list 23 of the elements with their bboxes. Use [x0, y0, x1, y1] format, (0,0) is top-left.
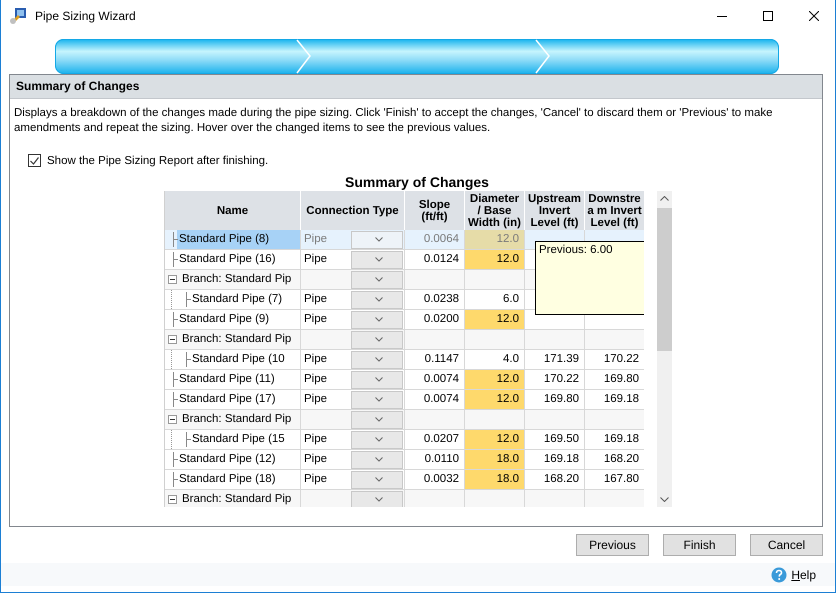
connection-type: Pipe	[303, 472, 328, 487]
connection-type: Pipe	[303, 352, 328, 367]
connection-type: Pipe	[303, 372, 328, 387]
table-cell: 18.0	[465, 450, 525, 470]
table-cell: 12.0	[465, 370, 525, 390]
connection-type: Pipe	[303, 232, 328, 247]
table-cell: 12.0	[465, 430, 525, 450]
connection-type: Pipe	[303, 312, 328, 327]
connection-type: Pipe	[303, 392, 328, 407]
window-title: Pipe Sizing Wizard	[35, 9, 137, 23]
connection-type: Pipe	[303, 432, 328, 447]
tooltip: Previous: 6.00	[535, 241, 644, 315]
description: Displays a breakdown of the changes made during the pipe sizing. Click 'Finish' to accept the changes, 'Cancel' to discard them or 'Previous' to make amendments and repeat the sizing. Hover over the changed items to see the previous values.	[13, 106, 774, 136]
table-cell: 12.0	[465, 310, 525, 330]
connection-type: Pipe	[303, 292, 328, 307]
table-cell: 12.0	[465, 250, 525, 270]
table-title: Summary of Changes	[344, 174, 490, 190]
table-cell: 12.0	[465, 390, 525, 410]
panel-title: Summary of Changes	[10, 75, 822, 99]
connection-type: Pipe	[303, 452, 328, 467]
connection-type: Pipe	[303, 252, 328, 267]
table-cell: 12.0	[465, 230, 525, 250]
table-cell: 18.0	[465, 470, 525, 490]
